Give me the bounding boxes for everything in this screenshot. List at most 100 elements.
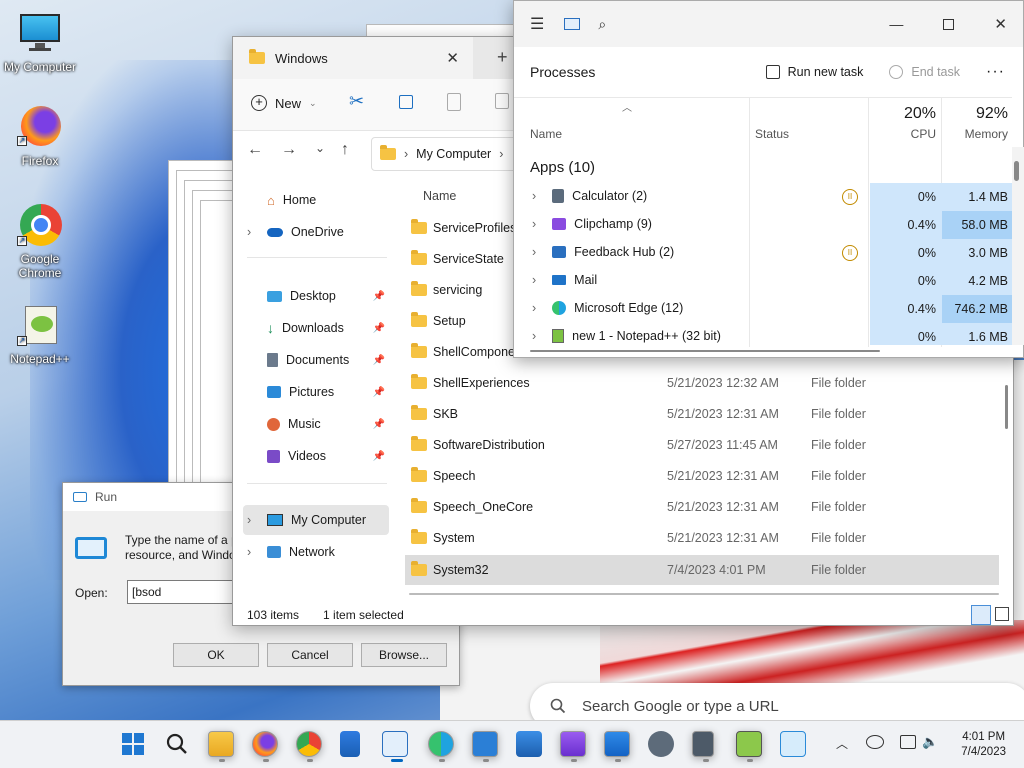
photos-taskbar-icon[interactable]: [516, 731, 542, 757]
sidebar-item-home[interactable]: ⌂ Home: [243, 185, 389, 215]
paste-icon[interactable]: [447, 93, 461, 111]
cut-icon[interactable]: ✂: [349, 91, 364, 112]
back-arrow-icon[interactable]: ←: [247, 141, 263, 159]
maximize-icon[interactable]: [943, 18, 955, 30]
desktop-icon-google-chrome[interactable]: ↗ Google Chrome: [0, 202, 80, 280]
column-status[interactable]: Status: [755, 127, 789, 141]
chrome-taskbar-icon[interactable]: [296, 731, 322, 762]
chevron-up-icon[interactable]: ︿: [836, 735, 848, 752]
process-row[interactable]: › Microsoft Edge (12) 0.4% 746.2 MB: [514, 295, 1012, 323]
desktop-icon-my-computer[interactable]: My Computer: [0, 10, 80, 74]
store-taskbar-icon[interactable]: [340, 731, 360, 757]
process-row[interactable]: › Mail 0% 4.2 MB: [514, 267, 1012, 295]
column-name[interactable]: Name: [530, 127, 562, 141]
feedback-hub-taskbar-icon[interactable]: [472, 731, 498, 762]
file-explorer-taskbar-icon[interactable]: [208, 731, 234, 762]
more-options-icon[interactable]: ···: [986, 63, 1005, 81]
end-task-button[interactable]: End task: [889, 65, 960, 79]
expand-chevron-icon[interactable]: ›: [532, 329, 536, 343]
sidebar-item-network[interactable]: › Network: [243, 537, 389, 567]
close-tab-icon[interactable]: ✕: [446, 49, 459, 67]
mail-taskbar-icon[interactable]: [604, 731, 630, 762]
sidebar-item-videos[interactable]: Videos 📌: [243, 441, 389, 471]
expand-chevron-icon[interactable]: ›: [247, 225, 251, 239]
notepadpp-taskbar-icon[interactable]: [736, 731, 762, 762]
expand-chevron-icon[interactable]: ›: [532, 301, 536, 315]
browse-button[interactable]: Browse...: [361, 643, 447, 667]
search-icon[interactable]: ⌕: [598, 16, 606, 33]
horizontal-scrollbar[interactable]: [530, 350, 880, 352]
taskbar: ︿ 🔈 4:01 PM 7/4/2023: [0, 720, 1024, 768]
clipchamp-icon: [552, 218, 567, 230]
process-row[interactable]: › new 1 - Notepad++ (32 bit) 0% 1.6 MB: [514, 323, 1012, 345]
edge-taskbar-icon[interactable]: [428, 731, 454, 762]
breadcrumb[interactable]: › My Computer ›: [371, 137, 521, 171]
firefox-taskbar-icon[interactable]: [252, 731, 278, 762]
column-memory[interactable]: Memory: [950, 127, 1008, 141]
copy-icon[interactable]: [399, 95, 413, 109]
calculator-taskbar-icon[interactable]: [692, 731, 714, 762]
recent-chevron-icon[interactable]: ⌄: [315, 141, 325, 155]
start-button[interactable]: [120, 731, 146, 757]
run-open-input[interactable]: [bsod: [127, 580, 239, 604]
sidebar-item-my-computer[interactable]: › My Computer: [243, 505, 389, 535]
task-manager-taskbar-icon[interactable]: [382, 731, 408, 762]
forward-arrow-icon[interactable]: →: [281, 141, 297, 159]
task-manager-titlebar[interactable]: ☰ ⌕ — ✕: [514, 1, 1023, 47]
taskbar-search-button[interactable]: [164, 731, 190, 757]
sidebar-item-label: Videos: [288, 449, 326, 463]
sidebar-item-documents[interactable]: Documents 📌: [243, 345, 389, 375]
vertical-scrollbar[interactable]: [1012, 147, 1024, 345]
desktop-icon-notepadpp[interactable]: ↗ Notepad++: [0, 302, 80, 366]
display-icon[interactable]: [900, 735, 916, 749]
ok-button[interactable]: OK: [173, 643, 259, 667]
file-date: 5/21/2023 12:31 AM: [667, 500, 779, 514]
clipchamp-taskbar-icon[interactable]: [560, 731, 586, 762]
file-row[interactable]: SoftwareDistribution 5/27/2023 11:45 AM Fi…: [405, 430, 999, 460]
clock[interactable]: 4:01 PM 7/4/2023: [961, 730, 1006, 760]
scrollbar-thumb[interactable]: [1014, 161, 1019, 181]
rename-icon[interactable]: [495, 93, 509, 109]
volume-icon[interactable]: 🔈: [922, 734, 938, 750]
sidebar-item-music[interactable]: Music 📌: [243, 409, 389, 439]
file-row[interactable]: System 5/21/2023 12:31 AM File folder: [405, 523, 999, 553]
cancel-button[interactable]: Cancel: [267, 643, 353, 667]
expand-chevron-icon[interactable]: ›: [532, 189, 536, 203]
column-header-name[interactable]: Name: [423, 189, 456, 203]
new-tab-icon[interactable]: +: [497, 47, 508, 68]
file-row[interactable]: ShellExperiences 5/21/2023 12:32 AM File f…: [405, 368, 999, 398]
new-button[interactable]: + New ⌄: [251, 95, 317, 111]
desktop-icon-firefox[interactable]: ↗ Firefox: [0, 104, 80, 168]
expand-chevron-icon[interactable]: ›: [532, 245, 536, 259]
run-taskbar-icon[interactable]: [780, 731, 806, 757]
hamburger-menu-icon[interactable]: ☰: [530, 14, 544, 34]
minimize-icon[interactable]: —: [889, 16, 903, 32]
sidebar-item-pictures[interactable]: Pictures 📌: [243, 377, 389, 407]
file-row[interactable]: Speech 5/21/2023 12:31 AM File folder: [405, 461, 999, 491]
file-row[interactable]: Speech_OneCore 5/21/2023 12:31 AM File fol…: [405, 492, 999, 522]
sidebar-item-onedrive[interactable]: › OneDrive: [243, 217, 389, 247]
expand-chevron-icon[interactable]: ›: [247, 545, 251, 559]
sidebar-item-downloads[interactable]: ↓ Downloads 📌: [243, 313, 389, 343]
horizontal-scrollbar[interactable]: [409, 593, 999, 595]
sidebar-item-desktop[interactable]: Desktop 📌: [243, 281, 389, 311]
process-row[interactable]: › Feedback Hub (2) II 0% 3.0 MB: [514, 239, 1012, 267]
file-row-selected[interactable]: System32 7/4/2023 4:01 PM File folder: [405, 555, 999, 585]
settings-taskbar-icon[interactable]: [648, 731, 674, 757]
close-icon[interactable]: ✕: [994, 15, 1007, 33]
process-row[interactable]: › Calculator (2) II 0% 1.4 MB: [514, 183, 1012, 211]
expand-chevron-icon[interactable]: ›: [532, 273, 536, 287]
expand-chevron-icon[interactable]: ›: [532, 217, 536, 231]
up-arrow-icon[interactable]: ↑: [341, 141, 349, 159]
tiles-view-icon[interactable]: [995, 607, 1009, 621]
network-status-icon[interactable]: [866, 735, 884, 749]
tab-windows[interactable]: Windows ✕: [233, 37, 473, 79]
details-view-icon[interactable]: [971, 605, 991, 625]
vertical-scrollbar[interactable]: [1005, 385, 1008, 429]
expand-chevron-icon[interactable]: ›: [247, 513, 251, 527]
process-cpu: 0.4%: [870, 295, 942, 323]
file-row[interactable]: SKB 5/21/2023 12:31 AM File folder: [405, 399, 999, 429]
run-new-task-button[interactable]: Run new task: [765, 65, 863, 79]
column-cpu[interactable]: CPU: [878, 127, 936, 141]
process-row[interactable]: › Clipchamp (9) 0.4% 58.0 MB: [514, 211, 1012, 239]
